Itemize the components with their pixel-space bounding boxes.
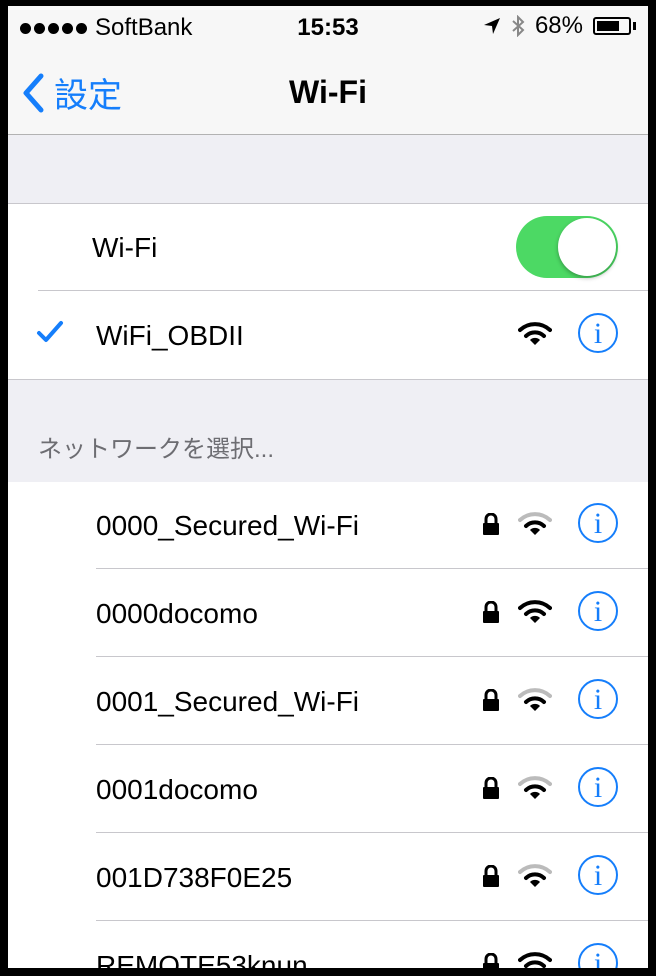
lock-icon: [483, 865, 499, 887]
row-separator: [96, 568, 648, 569]
toggle-knob: [558, 218, 616, 276]
network-row[interactable]: 0001docomo i: [8, 746, 648, 833]
wifi-toggle-label: Wi-Fi: [92, 232, 158, 263]
lock-icon: [483, 777, 499, 799]
network-name: 0000docomo: [96, 598, 258, 629]
network-row[interactable]: 0001_Secured_Wi-Fi i: [8, 658, 648, 745]
lock-icon: [483, 689, 499, 711]
navigation-bar: 設定 Wi-Fi: [8, 46, 648, 135]
row-separator: [96, 744, 648, 745]
network-row[interactable]: 0000_Secured_Wi-Fi i: [8, 482, 648, 569]
row-separator: [96, 920, 648, 921]
page-title: Wi-Fi: [289, 74, 367, 110]
wifi-toggle-row: Wi-Fi: [8, 204, 648, 291]
lock-icon: [483, 601, 499, 623]
info-icon[interactable]: i: [578, 855, 618, 895]
checkmark-icon: [37, 321, 63, 342]
connected-network-row[interactable]: WiFi_OBDII i: [8, 292, 648, 379]
network-name: 0001docomo: [96, 774, 258, 805]
network-row[interactable]: 001D738F0E25 i: [8, 834, 648, 921]
location-arrow-icon: [483, 18, 500, 34]
network-name: 0001_Secured_Wi-Fi: [96, 686, 360, 717]
network-name: 001D738F0E25: [96, 862, 293, 893]
info-icon[interactable]: i: [578, 767, 618, 807]
wifi-strength-icon: [518, 776, 552, 799]
group-spacer: [8, 135, 648, 204]
battery-percent: 68%: [534, 12, 583, 39]
network-row[interactable]: REMOTE53knun i: [8, 922, 648, 968]
status-bar: SoftBank 15:53 68%: [8, 6, 648, 46]
bluetooth-icon: [512, 15, 525, 37]
row-separator: [96, 832, 648, 833]
info-icon[interactable]: i: [578, 679, 618, 719]
wifi-strength-icon: [518, 952, 552, 968]
wifi-toggle-switch[interactable]: [516, 216, 618, 278]
connected-network-name: WiFi_OBDII: [96, 320, 244, 351]
status-indicators: 68%: [483, 12, 636, 40]
wifi-strength-icon: [518, 600, 552, 623]
section-header: ネットワークを選択...: [8, 379, 648, 483]
battery-icon: [593, 17, 631, 35]
wifi-strength-icon: [518, 864, 552, 887]
lock-icon: [483, 953, 499, 968]
network-name: 0000_Secured_Wi-Fi: [96, 510, 360, 541]
settings-screen: SoftBank 15:53 68% 設定 Wi-Fi Wi-Fi WiFi_O…: [8, 6, 648, 968]
lock-icon: [483, 513, 499, 535]
info-icon[interactable]: i: [578, 503, 618, 543]
info-icon[interactable]: i: [578, 943, 618, 968]
wifi-strength-icon: [518, 688, 552, 711]
info-icon[interactable]: i: [578, 591, 618, 631]
info-icon[interactable]: i: [578, 313, 618, 353]
network-name: REMOTE53knun: [96, 950, 308, 968]
row-separator: [38, 290, 648, 291]
wifi-strength-icon: [518, 322, 552, 345]
battery-tip: [633, 22, 636, 30]
choose-network-header: ネットワークを選択...: [38, 436, 275, 463]
network-row[interactable]: 0000docomo i: [8, 570, 648, 657]
wifi-strength-icon: [518, 512, 552, 535]
row-separator: [96, 656, 648, 657]
